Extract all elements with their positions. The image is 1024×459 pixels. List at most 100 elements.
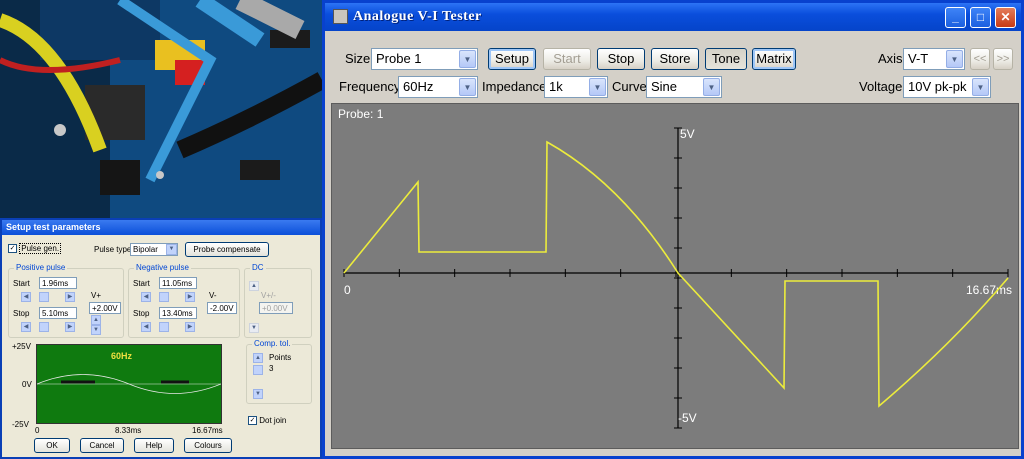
dc-up-icon: ▲: [249, 281, 259, 291]
main-titlebar[interactable]: Analogue V-I Tester _ □ ✕: [325, 3, 1021, 31]
dc-label: DC: [250, 263, 266, 272]
negative-stop-slider[interactable]: [159, 322, 169, 332]
size-dropdown-icon: ▼: [459, 50, 476, 68]
positive-v-label: V+: [91, 291, 102, 300]
positive-stop-dec-icon[interactable]: ◀: [21, 322, 31, 332]
vi-tester-window: Analogue V-I Tester _ □ ✕ Size Probe 1 ▼…: [322, 0, 1024, 459]
comp-tol-up-icon[interactable]: ▲: [253, 353, 263, 363]
voltage-value: 10V pk-pk: [908, 79, 967, 94]
preview-x-start-label: 0: [35, 426, 40, 435]
negative-start-inc-icon[interactable]: ▶: [185, 292, 195, 302]
positive-start-dec-icon[interactable]: ◀: [21, 292, 31, 302]
positive-start-label: Start: [13, 279, 30, 288]
preview-y-bot-label: -25V: [12, 420, 29, 429]
comp-tol-points-value: 3: [269, 364, 274, 373]
positive-pulse-label: Positive pulse: [14, 263, 68, 272]
positive-pulse-group: Positive pulse Start 1.96ms ◀ ▶ V+ +2.00…: [8, 263, 124, 338]
negative-start-field[interactable]: 11.05ms: [159, 277, 197, 289]
scope-display: Probe: 1 5V -5V 0 16.67ms: [331, 103, 1019, 449]
negative-stop-inc-icon[interactable]: ▶: [185, 322, 195, 332]
negative-pulse-group: Negative pulse Start 11.05ms ◀ ▶ V- -2.0…: [128, 263, 240, 338]
probe-compensate-button[interactable]: Probe compensate: [185, 242, 269, 257]
dot-join-label: Dot join: [259, 416, 287, 425]
preview-x-end-label: 16.67ms: [192, 426, 223, 435]
negative-start-dec-icon[interactable]: ◀: [141, 292, 151, 302]
setup-button[interactable]: Setup: [488, 48, 536, 70]
minimize-icon[interactable]: _: [945, 7, 966, 28]
voltage-dropdown-icon: ▼: [972, 78, 989, 96]
axis-label: Axis: [878, 51, 903, 66]
pulse-type-label: Pulse type: [94, 245, 132, 254]
comp-tol-points-label: Points: [269, 353, 292, 362]
help-button[interactable]: Help: [134, 438, 174, 453]
setup-dialog: Setup test parameters ✓ Pulse gen. Pulse…: [0, 218, 322, 459]
frequency-dropdown-icon: ▼: [459, 78, 476, 96]
impedance-select[interactable]: 1k ▼: [544, 76, 608, 98]
pulse-gen-check-icon: ✓: [8, 244, 17, 254]
voltage-select[interactable]: 10V pk-pk ▼: [903, 76, 991, 98]
comp-tol-down-icon[interactable]: ▼: [253, 389, 263, 399]
stop-button[interactable]: Stop: [597, 48, 645, 70]
nav-prev-button[interactable]: <<: [970, 48, 990, 70]
dc-v-field: +0.00V: [259, 302, 293, 314]
positive-stop-field[interactable]: 5.10ms: [39, 307, 77, 319]
negative-stop-field[interactable]: 13.40ms: [159, 307, 197, 319]
matrix-button[interactable]: Matrix: [752, 48, 796, 70]
app-icon: [333, 9, 348, 24]
curve-label: Curve: [612, 79, 647, 94]
size-select[interactable]: Probe 1 ▼: [371, 48, 478, 70]
ok-button[interactable]: OK: [34, 438, 70, 453]
preview-y-top-label: +25V: [12, 342, 31, 351]
positive-start-field[interactable]: 1.96ms: [39, 277, 77, 289]
preview-freq-label: 60Hz: [111, 351, 133, 361]
negative-stop-label: Stop: [133, 309, 150, 318]
negative-pulse-label: Negative pulse: [134, 263, 191, 272]
window-title: Analogue V-I Tester: [353, 9, 482, 24]
comp-tol-slider[interactable]: [253, 365, 263, 375]
cancel-button[interactable]: Cancel: [80, 438, 124, 453]
positive-stop-slider[interactable]: [39, 322, 49, 332]
preview-plot: 60Hz: [36, 344, 222, 424]
y-top-label: 5V: [680, 127, 695, 141]
negative-v-field[interactable]: -2.00V: [207, 302, 237, 314]
negative-start-slider[interactable]: [159, 292, 169, 302]
dc-group: DC ▲ V+/- +0.00V ▼: [244, 263, 312, 338]
impedance-dropdown-icon: ▼: [589, 78, 606, 96]
size-value: Probe 1: [376, 51, 422, 66]
curve-dropdown-icon: ▼: [703, 78, 720, 96]
axis-value: V-T: [908, 51, 929, 66]
axis-select[interactable]: V-T ▼: [903, 48, 965, 70]
dot-join-checkbox[interactable]: ✓ Dot join: [248, 416, 287, 426]
frequency-select[interactable]: 60Hz ▼: [398, 76, 478, 98]
positive-v-down-icon[interactable]: ▼: [91, 325, 101, 335]
maximize-icon[interactable]: □: [970, 7, 991, 28]
colours-button[interactable]: Colours: [184, 438, 232, 453]
pulse-gen-checkbox[interactable]: ✓ Pulse gen.: [8, 243, 62, 254]
positive-v-field[interactable]: +2.00V: [89, 302, 121, 314]
dc-down-icon: ▼: [249, 323, 259, 333]
tone-button[interactable]: Tone: [705, 48, 747, 70]
pulse-type-select[interactable]: Bipolar ▼: [130, 243, 178, 256]
preview-y-mid-label: 0V: [22, 380, 32, 389]
nav-next-button[interactable]: >>: [993, 48, 1013, 70]
probe-label: Probe: 1: [338, 107, 384, 121]
close-icon[interactable]: ✕: [995, 7, 1016, 28]
negative-stop-dec-icon[interactable]: ◀: [141, 322, 151, 332]
comp-tol-group: Comp. tol. Points ▲ 3 ▼: [246, 339, 312, 404]
positive-start-inc-icon[interactable]: ▶: [65, 292, 75, 302]
y-bot-label: -5V: [678, 411, 697, 425]
voltage-label: Voltage: [859, 79, 903, 94]
positive-v-up-icon[interactable]: ▲: [91, 315, 101, 325]
setup-dialog-titlebar[interactable]: Setup test parameters: [2, 220, 320, 235]
axis-ticks: [343, 127, 1009, 429]
pulse-gen-label: Pulse gen.: [19, 243, 62, 254]
start-button[interactable]: Start: [543, 48, 591, 70]
positive-stop-label: Stop: [13, 309, 30, 318]
setup-dialog-title: Setup test parameters: [6, 222, 101, 232]
positive-stop-inc-icon[interactable]: ▶: [65, 322, 75, 332]
curve-select[interactable]: Sine ▼: [646, 76, 722, 98]
preview-x-mid-label: 8.33ms: [115, 426, 142, 435]
curve-value: Sine: [651, 79, 678, 94]
positive-start-slider[interactable]: [39, 292, 49, 302]
store-button[interactable]: Store: [651, 48, 699, 70]
